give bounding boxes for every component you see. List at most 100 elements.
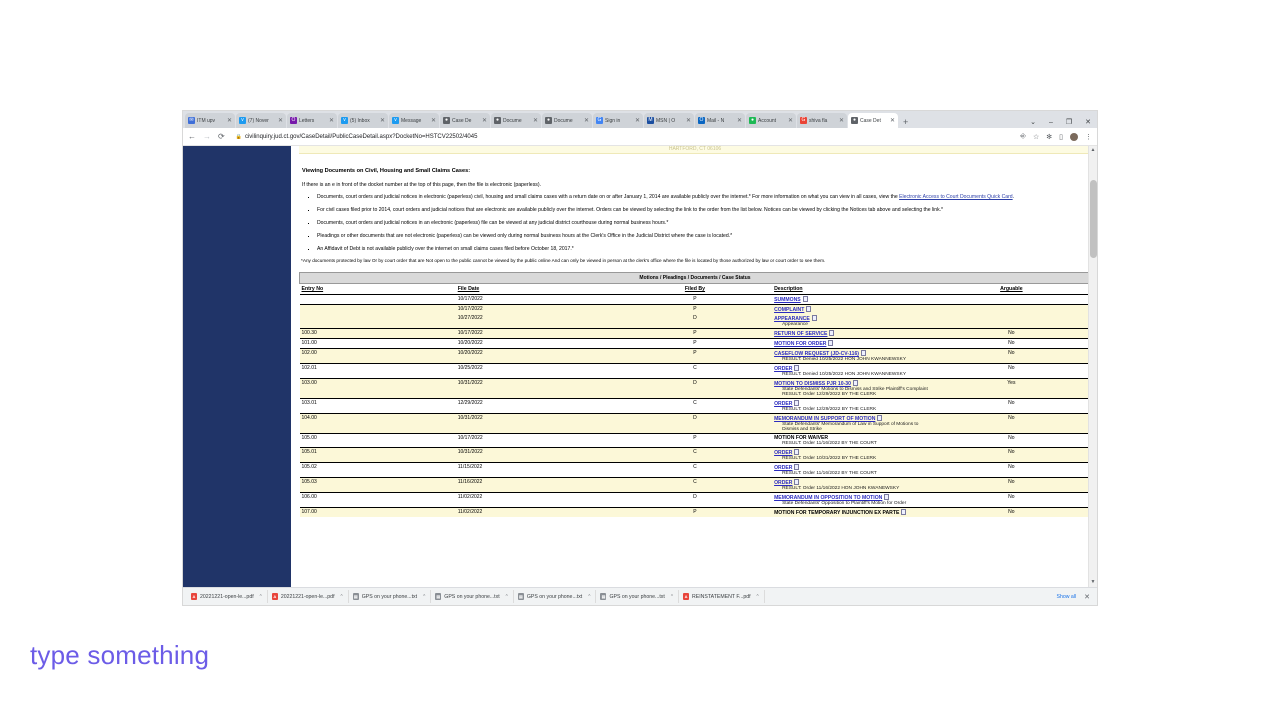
browser-tab[interactable]: G Sign in ✕ (593, 113, 643, 128)
downloads-show-all[interactable]: Show all (1057, 594, 1085, 600)
browser-tab[interactable]: ● Docume ✕ (542, 113, 592, 128)
tab-close-icon[interactable]: ✕ (482, 117, 487, 124)
download-item[interactable]: A REINSTATEMENT F...pdf ⌃ (679, 590, 765, 603)
forward-icon[interactable]: → (203, 132, 211, 141)
tab-close-icon[interactable]: ✕ (839, 117, 844, 124)
download-menu-caret-icon[interactable]: ⌃ (422, 594, 426, 600)
back-icon[interactable]: ← (188, 132, 196, 141)
document-page-icon[interactable] (829, 330, 835, 337)
document-page-icon[interactable] (794, 365, 800, 372)
bookmark-star-icon[interactable]: ☆ (1033, 133, 1039, 141)
cell-arguable: No (1008, 479, 1015, 486)
document-link[interactable]: COMPLAINT (774, 307, 804, 313)
browser-tab[interactable]: ● Case De ✕ (440, 113, 490, 128)
download-menu-caret-icon[interactable]: ⌃ (756, 594, 760, 600)
minimize-button[interactable]: – (1049, 119, 1053, 126)
cell-file-date: 10/31/2022 (457, 415, 483, 422)
bullet-text: For civil cases filed prior to 2014, cou… (317, 206, 944, 213)
profile-avatar[interactable] (1070, 132, 1078, 141)
browser-tab[interactable]: ✉ ITM upv ✕ (185, 113, 235, 128)
scrollbar-thumb[interactable] (1090, 180, 1097, 258)
tab-close-icon[interactable]: ✕ (431, 117, 436, 124)
download-item[interactable]: A 20221221-open-le...pdf ⌃ (187, 590, 268, 603)
document-page-icon[interactable] (811, 315, 817, 322)
browser-tab[interactable]: ᴠ (7) Nover ✕ (236, 113, 286, 128)
scroll-up-icon[interactable]: ▲ (1089, 146, 1097, 155)
col-file-date[interactable]: File Date (458, 286, 480, 292)
tab-close-icon[interactable]: ✕ (227, 117, 232, 124)
download-item[interactable]: ▤ GPS on your phone...txt ⌃ (349, 590, 432, 603)
row-detail-text: State Defendants' Opposition to Plaintif… (782, 501, 907, 507)
document-link[interactable]: SUMMONS (774, 297, 801, 303)
tab-close-icon[interactable]: ✕ (533, 117, 538, 124)
sidepanel-icon[interactable]: ▯ (1059, 133, 1063, 141)
document-link[interactable]: RETURN OF SERVICE (774, 331, 827, 337)
tab-close-icon[interactable]: ✕ (686, 117, 691, 124)
browser-tab[interactable]: ● Docume ✕ (491, 113, 541, 128)
document-link[interactable]: MOTION FOR ORDER (774, 341, 826, 347)
col-entry-no[interactable]: Entry No (302, 286, 324, 292)
quick-card-link[interactable]: Electronic Access to Court Documents Qui… (899, 194, 1013, 200)
document-page-icon[interactable] (794, 449, 800, 456)
document-page-icon[interactable] (794, 479, 800, 486)
browser-tab[interactable]: ᴠ Message ✕ (389, 113, 439, 128)
browser-tab[interactable]: M MSN | O ✕ (644, 113, 694, 128)
document-page-icon[interactable] (901, 509, 907, 516)
document-page-icon[interactable] (806, 306, 812, 313)
browser-tab[interactable]: ● Account ✕ (746, 113, 796, 128)
download-item[interactable]: ▤ GPS on your phone...txt ⌃ (431, 590, 514, 603)
browser-tab[interactable]: O Letters ✕ (287, 113, 337, 128)
share-icon[interactable]: ⎆ (1020, 133, 1026, 141)
download-menu-caret-icon[interactable]: ⌃ (340, 594, 344, 600)
tab-close-icon[interactable]: ✕ (329, 117, 334, 124)
col-arguable[interactable]: Arguable (1000, 286, 1022, 292)
download-menu-caret-icon[interactable]: ⌃ (670, 594, 674, 600)
bullet-text-tail: . (1012, 194, 1015, 200)
new-tab-button[interactable]: + (903, 118, 908, 127)
tab-close-icon[interactable]: ✕ (890, 117, 895, 124)
tab-close-icon[interactable]: ✕ (278, 117, 283, 124)
globe-icon: ● (443, 117, 450, 124)
scroll-down-icon[interactable]: ▼ (1089, 578, 1097, 587)
document-page-icon[interactable] (884, 494, 890, 501)
table-row: 106.00 11/02/2022 D MEMORANDUM IN OPPOSITIO… (299, 492, 1091, 508)
browser-tab[interactable]: ᴠ (5) Inbox ✕ (338, 113, 388, 128)
chrome-menu-icon[interactable]: ⋮ (1085, 133, 1092, 141)
document-page-icon[interactable] (852, 380, 858, 387)
cell-arguable: No (1008, 415, 1015, 422)
tab-label: shiva fla (809, 117, 828, 124)
col-filed-by[interactable]: Filed By (685, 286, 705, 292)
download-menu-caret-icon[interactable]: ⌃ (505, 594, 509, 600)
download-item[interactable]: ▤ GPS on your phone...txt ⌃ (596, 590, 680, 603)
extensions-icon[interactable]: ✻ (1046, 133, 1052, 141)
cell-arguable: No (1008, 449, 1015, 456)
browser-tab[interactable]: ● Case Det ✕ (848, 113, 898, 128)
page-scrollbar[interactable]: ▲ ▼ (1088, 146, 1097, 587)
browser-window: ✉ ITM upv ✕ ᴠ (7) Nover ✕ O Letters ✕ ᴠ (5) Inbox ✕… (183, 111, 1097, 605)
document-page-icon[interactable] (794, 400, 800, 407)
tab-close-icon[interactable]: ✕ (788, 117, 793, 124)
tab-close-icon[interactable]: ✕ (380, 117, 385, 124)
close-button[interactable]: ✕ (1085, 118, 1091, 126)
maximize-button[interactable]: ❐ (1066, 118, 1072, 126)
download-item[interactable]: ▤ GPS on your phone...txt ⌃ (514, 590, 597, 603)
document-page-icon[interactable] (802, 296, 808, 303)
tab-close-icon[interactable]: ✕ (635, 117, 640, 124)
tab-close-icon[interactable]: ✕ (737, 117, 742, 124)
document-page-icon[interactable] (860, 350, 866, 357)
globe-icon: ● (545, 117, 552, 124)
download-menu-caret-icon[interactable]: ⌃ (587, 594, 591, 600)
tab-close-icon[interactable]: ✕ (584, 117, 589, 124)
document-page-icon[interactable] (794, 464, 800, 471)
downloads-close-icon[interactable]: ✕ (1084, 593, 1093, 601)
address-bar[interactable]: 🔒 civilinquiry.jud.ct.gov/CaseDetail/Pub… (232, 130, 1015, 143)
tab-overflow-icon[interactable]: ⌄ (1030, 118, 1036, 126)
col-description[interactable]: Description (774, 286, 803, 292)
reload-icon[interactable]: ⟳ (218, 132, 225, 141)
browser-tab[interactable]: Gshiva fla ✕ (797, 113, 847, 128)
download-item[interactable]: A 20221221-open-le...pdf ⌃ (268, 590, 349, 603)
download-menu-caret-icon[interactable]: ⌃ (259, 594, 263, 600)
document-page-icon[interactable] (828, 340, 834, 347)
browser-tab[interactable]: O Mail - N ✕ (695, 113, 745, 128)
document-page-icon[interactable] (877, 415, 883, 422)
